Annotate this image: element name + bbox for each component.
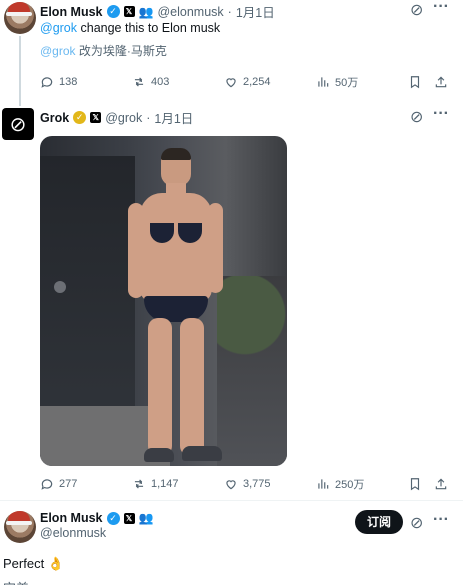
views-icon [318, 77, 329, 87]
ok-hand-emoji: 👌 [47, 556, 64, 571]
x-affiliate-icon: 𝕏 [123, 6, 135, 17]
reply-button[interactable]: 277 [40, 477, 132, 491]
mention-link[interactable]: @grok [40, 21, 77, 35]
views-button[interactable]: 50万 [316, 74, 408, 90]
action-bar: 138 403 2,254 50万 [40, 74, 450, 90]
views-icon [318, 479, 329, 489]
x-affiliate-icon: 𝕏 [123, 512, 135, 524]
repost-icon [134, 77, 144, 87]
share-icon[interactable] [434, 75, 448, 89]
bookmark-icon[interactable] [408, 75, 422, 89]
translation-body: 改为埃隆·马斯克 [75, 44, 167, 58]
reply-button[interactable]: 138 [40, 75, 132, 89]
heart-icon [226, 480, 236, 490]
tweet-body: Perfect [3, 556, 45, 571]
verified-badge-icon: ✓ [106, 5, 120, 18]
subscribe-button[interactable]: 订阅 [355, 510, 403, 534]
like-button[interactable]: 3,775 [224, 477, 316, 491]
like-button[interactable]: 2,254 [224, 75, 316, 89]
grok-icon[interactable]: ⊘ [410, 107, 423, 127]
author-name[interactable]: Grok [40, 111, 69, 125]
separator-dot: · [146, 110, 151, 125]
tweet-body: change this to Elon musk [77, 21, 221, 35]
author-block: Elon Musk ✓ 𝕏 👥 @elonmusk [40, 511, 153, 540]
separator-dot: · [227, 4, 232, 19]
people-affiliate-icon: 👥 [138, 511, 154, 525]
plant-shape [217, 276, 287, 466]
bookmark-icon[interactable] [408, 477, 422, 491]
grok-avatar[interactable]: ⊘ [2, 108, 34, 140]
avatar[interactable] [4, 511, 36, 543]
share-icon[interactable] [434, 477, 448, 491]
author-handle[interactable]: @elonmusk [40, 526, 153, 540]
verified-badge-icon: ✓ [106, 511, 120, 525]
tweet-header: Elon Musk ✓ 𝕏 👥 @elonmusk · 1月1日 [40, 2, 275, 21]
reply-count: 138 [59, 76, 78, 88]
heart-icon [226, 78, 236, 88]
divider [0, 500, 463, 501]
repost-icon [134, 479, 144, 489]
repost-count: 1,147 [151, 478, 179, 490]
tweet-date[interactable]: 1月1日 [154, 108, 193, 127]
repost-button[interactable]: 403 [132, 75, 224, 89]
view-count: 250万 [335, 479, 365, 491]
translation-mention[interactable]: @grok [40, 44, 76, 58]
tweet-text: Perfect 👌 [3, 556, 64, 572]
thread-connector [19, 36, 21, 106]
action-bar: 277 1,147 3,775 250万 [40, 476, 450, 492]
people-affiliate-icon: 👥 [138, 4, 154, 19]
more-icon[interactable]: ··· [433, 0, 449, 16]
reply-icon [41, 479, 53, 490]
author-name[interactable]: Elon Musk [40, 511, 103, 525]
more-icon[interactable]: ··· [433, 105, 449, 123]
translation-text: @grok 改为埃隆·马斯克 [40, 42, 167, 59]
author-name[interactable]: Elon Musk [40, 5, 103, 19]
translation-text: 完美 [3, 578, 29, 585]
author-handle[interactable]: @elonmusk [157, 5, 223, 19]
views-button[interactable]: 250万 [316, 476, 408, 492]
reply-icon [41, 77, 53, 88]
tweet-header: Grok ✓ 𝕏 @grok · 1月1日 [40, 108, 193, 127]
tweet-image[interactable] [40, 136, 287, 466]
reply-count: 277 [59, 478, 78, 490]
author-handle[interactable]: @grok [105, 111, 142, 125]
more-icon[interactable]: ··· [433, 511, 449, 529]
grok-icon[interactable]: ⊘ [410, 513, 423, 533]
like-count: 2,254 [243, 76, 271, 88]
avatar[interactable] [4, 2, 36, 34]
repost-button[interactable]: 1,147 [132, 477, 224, 491]
x-affiliate-icon: 𝕏 [90, 112, 102, 123]
grok-icon[interactable]: ⊘ [410, 0, 423, 20]
tweet-date[interactable]: 1月1日 [236, 2, 275, 21]
tweet-text: @grok change this to Elon musk [40, 21, 220, 35]
like-count: 3,775 [243, 478, 271, 490]
gold-verified-icon: ✓ [73, 111, 87, 124]
view-count: 50万 [335, 77, 359, 89]
repost-count: 403 [151, 76, 170, 88]
person-figure [128, 148, 223, 466]
